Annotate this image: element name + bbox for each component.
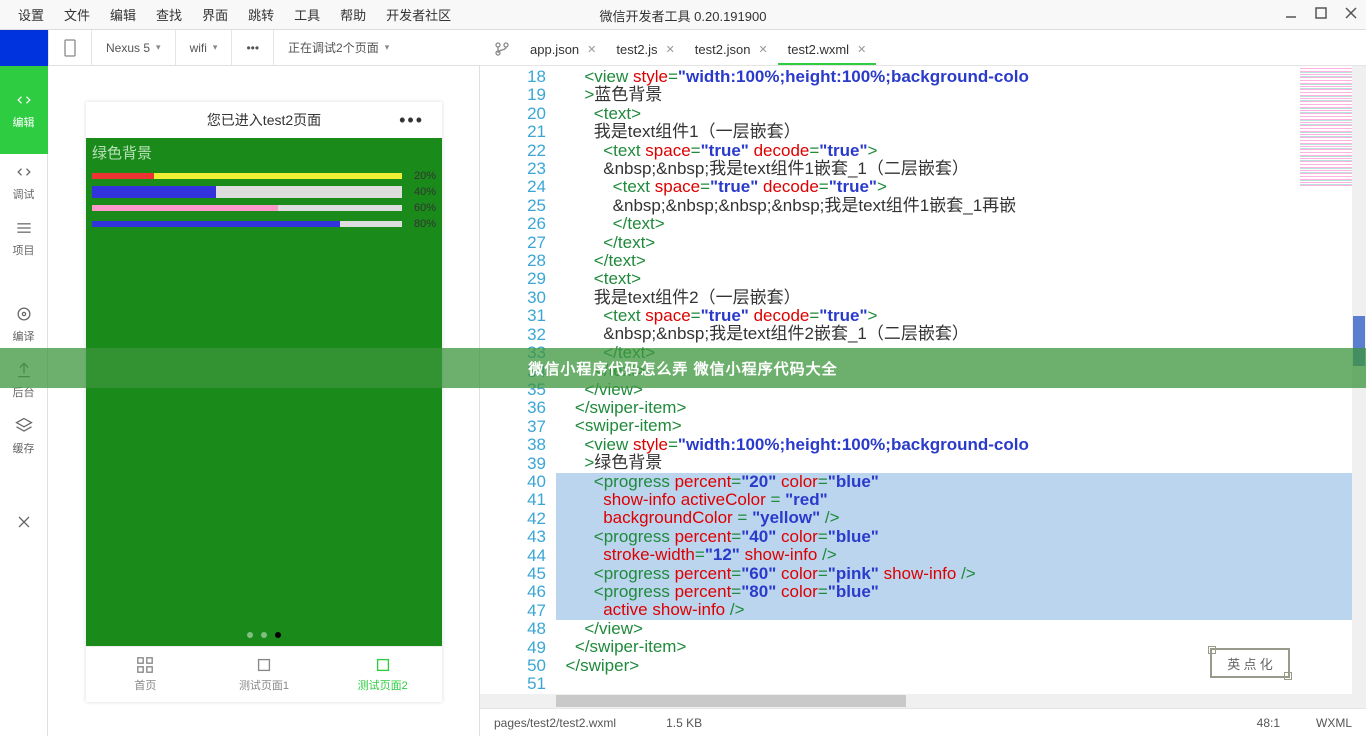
- bg-label: 绿色背景: [86, 138, 442, 167]
- file-size: 1.5 KB: [666, 716, 702, 730]
- menu-item[interactable]: 编辑: [100, 5, 146, 24]
- minimize-icon[interactable]: [1282, 4, 1300, 22]
- tab-test2[interactable]: 测试页面2: [323, 647, 442, 702]
- avatar-box[interactable]: [0, 30, 48, 66]
- close-tab-icon[interactable]: ✕: [666, 43, 675, 56]
- horizontal-scrollbar[interactable]: [480, 694, 1366, 708]
- layers-icon: [14, 416, 34, 436]
- grid-icon: [136, 656, 154, 674]
- language-mode[interactable]: WXML: [1316, 716, 1352, 730]
- rail-close[interactable]: [0, 494, 48, 550]
- close-tab-icon[interactable]: ✕: [587, 43, 596, 56]
- network-select[interactable]: wifi▾: [175, 30, 232, 65]
- close-tab-icon[interactable]: ✕: [758, 43, 767, 56]
- debug-status[interactable]: 正在调试2个页面▾: [273, 30, 403, 65]
- editor-tab[interactable]: test2.js✕: [606, 36, 684, 65]
- code-icon: [14, 90, 34, 110]
- pager-dots: [247, 632, 281, 638]
- rail-edit[interactable]: 编辑: [0, 66, 48, 154]
- rail-compile[interactable]: 编译: [0, 296, 48, 352]
- scroll-thumb[interactable]: [556, 695, 906, 707]
- device-tabbar: 首页 测试页面1 测试页面2: [86, 646, 442, 702]
- editor-tab[interactable]: app.json✕: [520, 36, 606, 65]
- menu-item[interactable]: 工具: [284, 5, 330, 24]
- close-icon[interactable]: [1342, 4, 1360, 22]
- tab-test1[interactable]: 测试页面1: [205, 647, 324, 702]
- close-tab-icon[interactable]: ✕: [857, 43, 866, 56]
- menu-item[interactable]: 跳转: [238, 5, 284, 24]
- progress-bar: 60%: [92, 201, 436, 215]
- simulator-panel: 您已进入test2页面 ••• 绿色背景 20% 40% 60% 80% 首页 …: [48, 66, 480, 736]
- watermark-stamp: 英 点 化: [1210, 648, 1290, 678]
- menu-item[interactable]: 开发者社区: [376, 5, 461, 24]
- device-titlebar: 您已进入test2页面 •••: [86, 102, 442, 138]
- editor-tabs: app.json✕ test2.js✕ test2.json✕ test2.wx…: [480, 30, 1366, 66]
- menu-item[interactable]: 界面: [192, 5, 238, 24]
- file-path: pages/test2/test2.wxml: [494, 716, 616, 730]
- chip-icon: [374, 656, 392, 674]
- progress-bar: 80%: [92, 217, 436, 231]
- more-icon[interactable]: •••: [231, 30, 273, 65]
- device-content[interactable]: 绿色背景 20% 40% 60% 80%: [86, 138, 442, 646]
- rail-project[interactable]: 项目: [0, 210, 48, 266]
- page-title: 您已进入test2页面: [207, 110, 321, 130]
- editor-tab[interactable]: test2.wxml✕: [778, 36, 877, 65]
- status-bar: pages/test2/test2.wxml 1.5 KB 48:1 WXML: [480, 708, 1366, 736]
- progress-bar: 20%: [92, 169, 436, 183]
- debug-icon: [14, 162, 34, 182]
- chip-icon: [255, 656, 273, 674]
- progress-bar: 40%: [92, 185, 436, 199]
- device-picker[interactable]: [48, 30, 91, 65]
- app-title: 微信开发者工具 0.20.191900: [600, 6, 767, 25]
- minimap[interactable]: [1300, 68, 1356, 188]
- rail-debug[interactable]: 调试: [0, 154, 48, 210]
- device-select[interactable]: Nexus 5▾: [91, 30, 175, 65]
- editor-tab[interactable]: test2.json✕: [685, 36, 778, 65]
- maximize-icon[interactable]: [1312, 4, 1330, 22]
- menu-item[interactable]: 设置: [8, 5, 54, 24]
- menu-item[interactable]: 文件: [54, 5, 100, 24]
- menu-item[interactable]: 查找: [146, 5, 192, 24]
- left-rail: 编辑 调试 项目 编译 后台 缓存: [0, 66, 48, 736]
- close-icon: [14, 512, 34, 532]
- compile-icon: [14, 304, 34, 324]
- window-controls: [1282, 4, 1360, 22]
- watermark-banner: 微信小程序代码怎么弄 微信小程序代码大全: [0, 348, 1366, 388]
- device-frame: 您已进入test2页面 ••• 绿色背景 20% 40% 60% 80% 首页 …: [86, 102, 442, 702]
- branch-icon[interactable]: [490, 37, 514, 61]
- more-icon[interactable]: •••: [399, 110, 424, 131]
- tab-home[interactable]: 首页: [86, 647, 205, 702]
- menu-item[interactable]: 帮助: [330, 5, 376, 24]
- rail-cache[interactable]: 缓存: [0, 408, 48, 464]
- cursor-pos: 48:1: [1257, 716, 1280, 730]
- menu-icon: [14, 218, 34, 238]
